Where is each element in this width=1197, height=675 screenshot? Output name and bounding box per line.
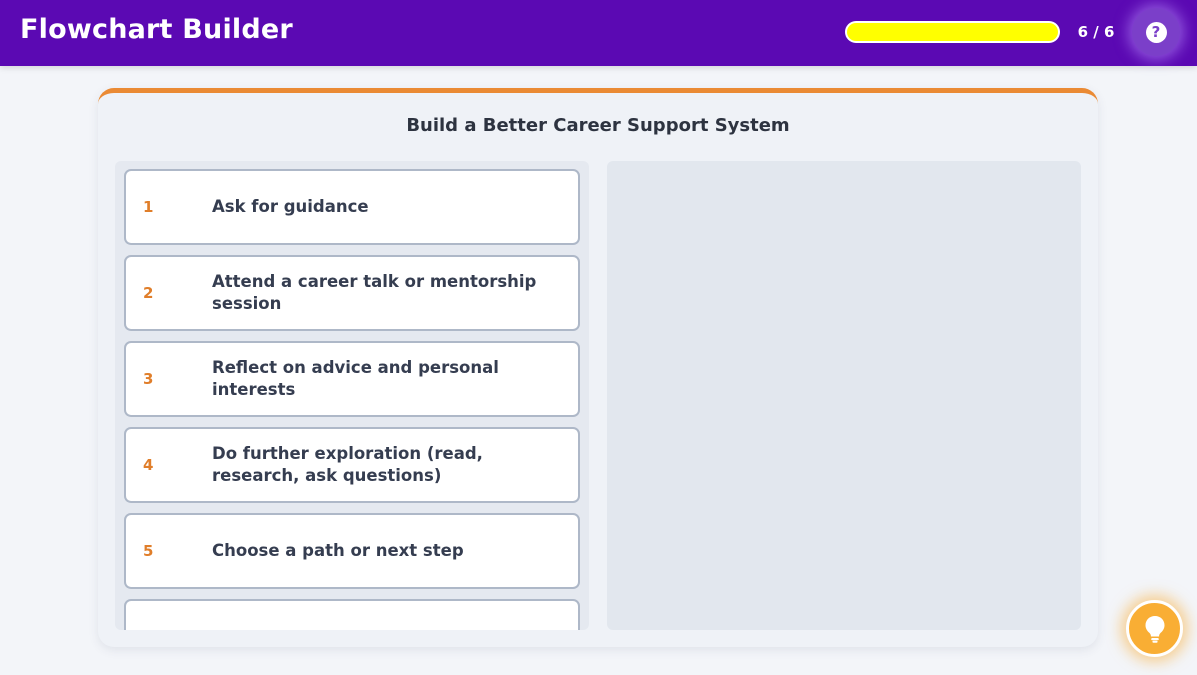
hint-button[interactable]	[1126, 600, 1183, 657]
step-card-2[interactable]: 2 Attend a career talk or mentorship ses…	[124, 255, 580, 331]
progress-counter: 6 / 6	[1077, 23, 1115, 41]
help-button[interactable]: ?	[1132, 8, 1180, 56]
step-label: Ask for guidance	[212, 197, 369, 216]
flowchart-drop-zone[interactable]	[607, 161, 1081, 630]
step-label: Choose a path or next step	[212, 541, 464, 560]
step-number: 3	[143, 370, 154, 388]
flowchart-card: Build a Better Career Support System 1 A…	[98, 88, 1098, 647]
step-number: 5	[143, 542, 154, 560]
lightbulb-icon	[1145, 615, 1164, 643]
app-title: Flowchart Builder	[20, 14, 293, 45]
question-circle-icon: ?	[1145, 21, 1167, 43]
step-card-3[interactable]: 3 Reflect on advice and personal interes…	[124, 341, 580, 417]
step-card-4[interactable]: 4 Do further exploration (read, research…	[124, 427, 580, 503]
card-title: Build a Better Career Support System	[406, 115, 790, 136]
step-list[interactable]: 1 Ask for guidance 2 Attend a career tal…	[115, 161, 589, 630]
step-card-6[interactable]	[124, 599, 580, 630]
step-card-5[interactable]: 5 Choose a path or next step	[124, 513, 580, 589]
progress-bar	[845, 21, 1060, 43]
step-card-1[interactable]: 1 Ask for guidance	[124, 169, 580, 245]
step-number: 1	[143, 198, 154, 216]
progress-fill	[847, 23, 1058, 41]
step-label: Do further exploration (read, research, …	[212, 444, 483, 485]
step-label: Attend a career talk or mentorship sessi…	[212, 272, 537, 313]
top-bar: Flowchart Builder 6 / 6 ?	[0, 0, 1197, 66]
step-number: 2	[143, 284, 154, 302]
step-number: 4	[143, 456, 154, 474]
step-label: Reflect on advice and personal interests	[212, 358, 499, 399]
